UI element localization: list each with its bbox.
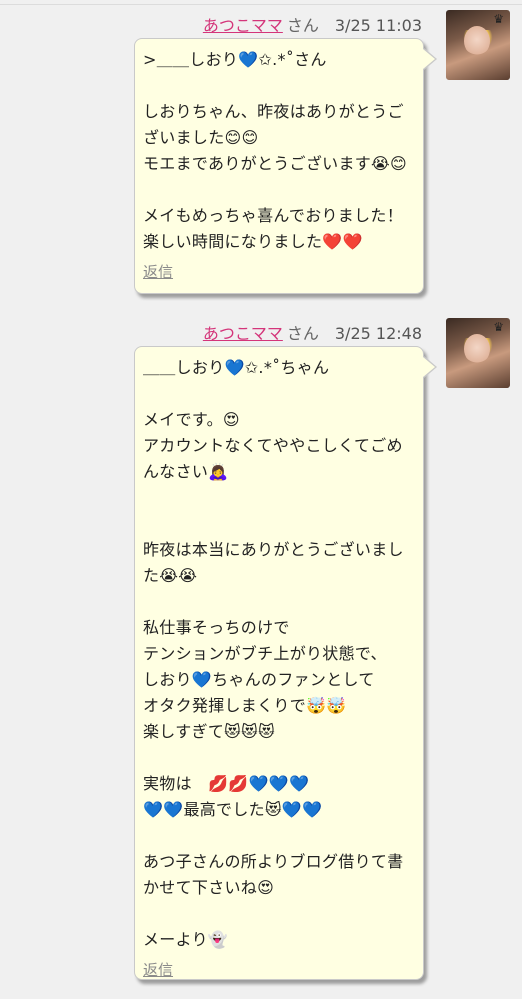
author-link[interactable]: あつこママ <box>203 16 283 35</box>
face-shape <box>464 334 490 364</box>
crown-icon: ♛ <box>493 320 504 334</box>
comment-timestamp: 3/25 11:03 <box>334 16 422 35</box>
face-shape <box>464 26 490 56</box>
avatar[interactable]: ♛ <box>446 318 510 388</box>
comment-timestamp: 3/25 12:48 <box>334 324 422 343</box>
comment-body: >＿＿しおり💙✩.*˚さん しおりちゃん、昨夜はありがとうご ざいました😊😊 モ… <box>143 50 408 251</box>
author-link[interactable]: あつこママ <box>203 324 283 343</box>
author-suffix: さん <box>286 16 319 35</box>
comment-bubble: ＿＿しおり💙✩.*˚ちゃん メイです。😍 アカウントなくてややこしくてごめ んな… <box>134 346 437 980</box>
avatar[interactable]: ♛ <box>446 10 510 80</box>
comment-meta: あつこママ さん 3/25 12:48 <box>203 320 422 344</box>
author-suffix: さん <box>286 324 319 343</box>
reply-link[interactable]: 返信 <box>143 959 173 980</box>
comment-body: ＿＿しおり💙✩.*˚ちゃん メイです。😍 アカウントなくてややこしくてごめ んな… <box>143 358 404 949</box>
comment-meta: あつこママ さん 3/25 11:03 <box>203 12 422 36</box>
reply-link[interactable]: 返信 <box>143 261 173 282</box>
comment-bubble: >＿＿しおり💙✩.*˚さん しおりちゃん、昨夜はありがとうご ざいました😊😊 モ… <box>134 38 437 294</box>
top-divider <box>0 4 522 5</box>
crown-icon: ♛ <box>493 12 504 26</box>
